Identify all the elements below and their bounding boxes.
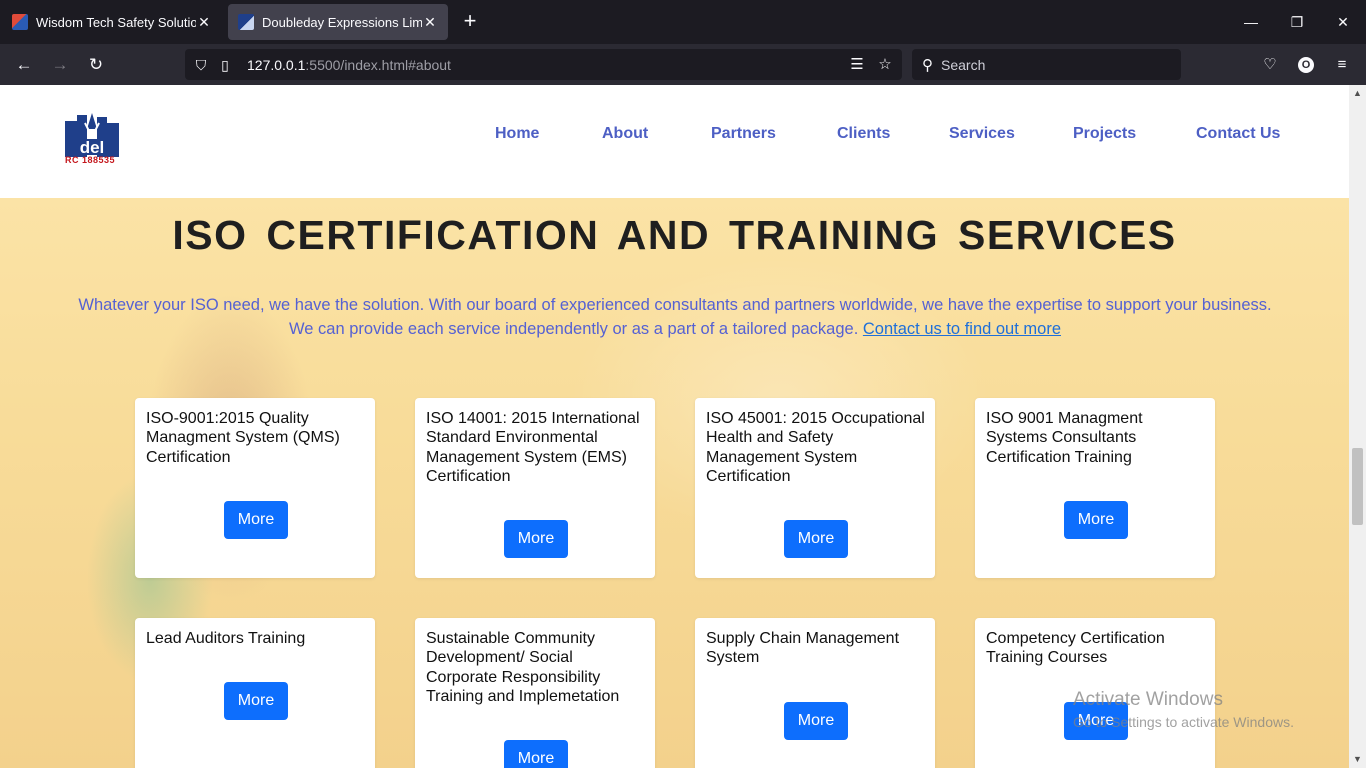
- more-button[interactable]: More: [504, 520, 568, 558]
- service-card-title: Lead Auditors Training: [146, 630, 306, 647]
- service-card: ISO 9001 Managment Systems Consultants C…: [975, 398, 1215, 578]
- service-card-title: Competency Certification Training Course…: [986, 630, 1165, 667]
- search-input[interactable]: ⚲ Search: [912, 49, 1181, 80]
- close-icon[interactable]: ✕: [196, 14, 212, 31]
- service-card-title: Sustainable Community Development/ Socia…: [426, 630, 620, 705]
- nav-link-about[interactable]: About: [602, 125, 648, 143]
- tab-title: Wisdom Tech Safety Solution: [36, 14, 196, 30]
- nav-link-services[interactable]: Services: [949, 125, 1015, 143]
- logo-emblem-icon: del: [65, 113, 119, 157]
- more-button[interactable]: More: [1064, 501, 1128, 539]
- logo-rc-number: RC 188535: [65, 155, 116, 165]
- profile-initial: O: [1298, 57, 1314, 73]
- more-button[interactable]: More: [224, 501, 288, 539]
- watermark-line-2: Go to Settings to activate Windows.: [1073, 714, 1294, 730]
- page-viewport: del RC 188535 Home About Partners Client…: [0, 85, 1366, 768]
- new-tab-plus-icon[interactable]: +: [458, 10, 482, 34]
- tab-title: Doubleday Expressions Limited: [262, 14, 422, 30]
- iso-services-section: ISO CERTIFICATION AND TRAINING SERVICES …: [0, 198, 1349, 768]
- service-card-title: Supply Chain Management System: [706, 630, 900, 667]
- url-path: :5500/index.html#about: [305, 56, 451, 73]
- more-button[interactable]: More: [224, 682, 288, 720]
- intro-line-2: We can provide each service independentl…: [289, 320, 859, 338]
- service-card: ISO 14001: 2015 International Standard E…: [415, 398, 655, 578]
- browser-toolbar: ← → ↻ ⛉ ▯ 127.0.0.1:5500/index.html#abou…: [0, 44, 1366, 85]
- pocket-icon[interactable]: ♡: [1259, 54, 1281, 76]
- site-favicon-icon: [238, 14, 254, 30]
- service-card: ISO 45001: 2015 Occupational Health and …: [695, 398, 935, 578]
- more-button[interactable]: More: [784, 702, 848, 740]
- reader-view-icon[interactable]: ☰: [848, 56, 866, 74]
- scroll-down-arrow-icon[interactable]: ▼: [1349, 751, 1366, 768]
- service-card-title: ISO-9001:2015 Quality Managment System (…: [146, 410, 340, 466]
- site-favicon-icon: [12, 14, 28, 30]
- section-intro: Whatever your ISO need, we have the solu…: [60, 293, 1290, 341]
- forward-arrow-icon[interactable]: →: [47, 52, 73, 78]
- close-window-icon[interactable]: ✕: [1331, 10, 1355, 34]
- service-card: Sustainable Community Development/ Socia…: [415, 618, 655, 768]
- nav-link-home[interactable]: Home: [495, 125, 539, 143]
- bookmark-star-icon[interactable]: ☆: [876, 56, 894, 74]
- nav-link-partners[interactable]: Partners: [711, 125, 776, 143]
- close-icon[interactable]: ✕: [422, 14, 438, 31]
- intro-line-1: Whatever your ISO need, we have the solu…: [78, 296, 1272, 314]
- section-title: ISO CERTIFICATION AND TRAINING SERVICES: [172, 212, 1177, 258]
- activate-windows-watermark: Activate Windows Go to Settings to activ…: [1073, 689, 1294, 730]
- scrollbar-thumb[interactable]: [1352, 448, 1363, 525]
- page-scrollbar[interactable]: ▲ ▼: [1349, 85, 1366, 768]
- search-placeholder: Search: [941, 56, 986, 73]
- search-icon: ⚲: [922, 56, 933, 74]
- reload-icon[interactable]: ↻: [83, 52, 109, 78]
- account-avatar[interactable]: O: [1295, 54, 1317, 76]
- url-host: 127.0.0.1: [247, 56, 306, 73]
- browser-tab-strip: Wisdom Tech Safety Solution ✕ Doubleday …: [0, 0, 1366, 44]
- service-card-title: ISO 45001: 2015 Occupational Health and …: [706, 410, 925, 485]
- shield-icon[interactable]: ⛉: [193, 57, 209, 73]
- page-icon: ▯: [221, 56, 229, 73]
- restore-icon[interactable]: ❐: [1285, 10, 1309, 34]
- watermark-line-1: Activate Windows: [1073, 689, 1223, 710]
- company-logo[interactable]: del RC 188535: [63, 111, 125, 167]
- nav-link-clients[interactable]: Clients: [837, 125, 890, 143]
- nav-link-projects[interactable]: Projects: [1073, 125, 1136, 143]
- site-header: del RC 188535 Home About Partners Client…: [0, 85, 1349, 198]
- tab-wisdom-tech[interactable]: Wisdom Tech Safety Solution ✕: [2, 4, 222, 40]
- scroll-up-arrow-icon[interactable]: ▲: [1349, 85, 1366, 102]
- service-card: Supply Chain Management System More: [695, 618, 935, 768]
- minimize-icon[interactable]: —: [1239, 10, 1263, 34]
- service-card-title: ISO 9001 Managment Systems Consultants C…: [986, 410, 1143, 466]
- service-card: Lead Auditors Training More: [135, 618, 375, 768]
- contact-us-link[interactable]: Contact us to find out more: [863, 320, 1061, 338]
- service-card-title: ISO 14001: 2015 International Standard E…: [426, 410, 640, 485]
- service-card: ISO-9001:2015 Quality Managment System (…: [135, 398, 375, 578]
- menu-hamburger-icon[interactable]: ≡: [1331, 54, 1353, 76]
- tab-doubleday[interactable]: Doubleday Expressions Limited ✕: [228, 4, 448, 40]
- back-arrow-icon[interactable]: ←: [11, 52, 37, 78]
- address-bar[interactable]: ⛉ ▯ 127.0.0.1:5500/index.html#about ☰ ☆: [185, 49, 902, 80]
- nav-link-contact-us[interactable]: Contact Us: [1196, 125, 1280, 143]
- more-button[interactable]: More: [784, 520, 848, 558]
- more-button[interactable]: More: [504, 740, 568, 768]
